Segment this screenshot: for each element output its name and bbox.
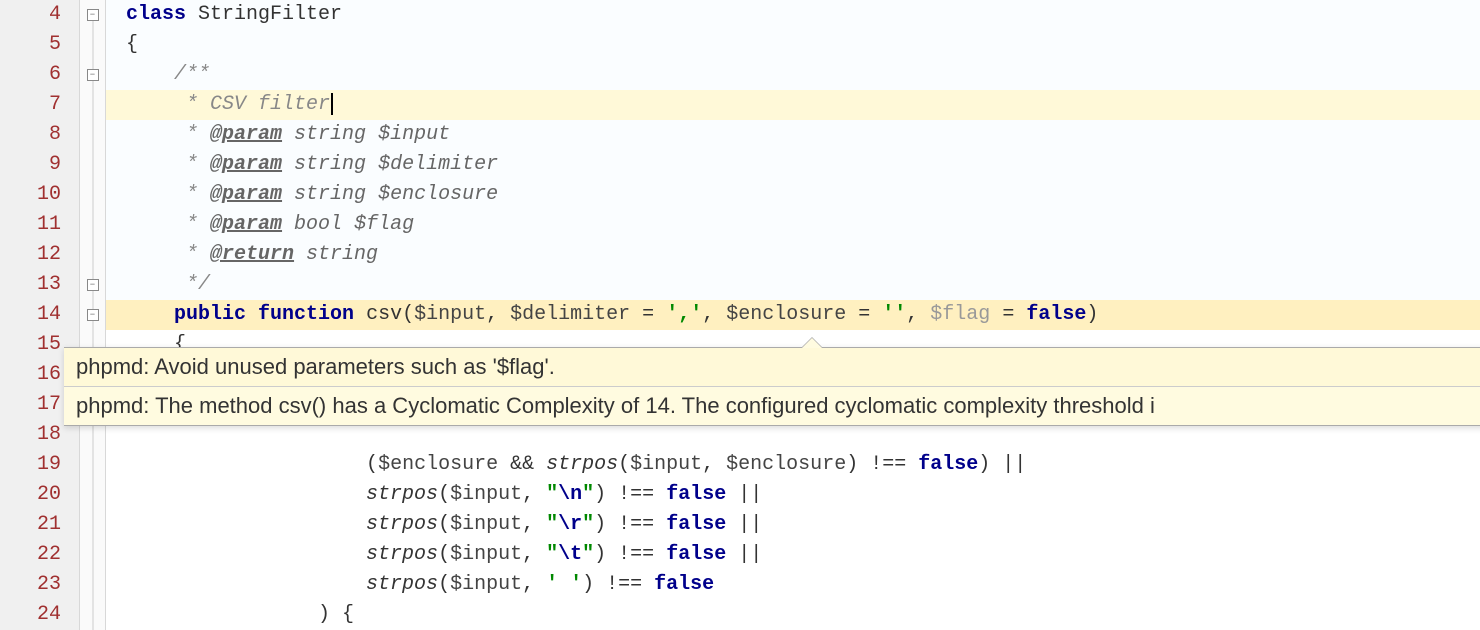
doc-tag-param: @param: [210, 153, 282, 176]
code-line[interactable]: * @param string $delimiter: [106, 150, 1480, 180]
code-line[interactable]: * @param bool $flag: [106, 210, 1480, 240]
code-line[interactable]: strpos($input, "\t") !== false ||: [106, 540, 1480, 570]
fold-toggle-icon[interactable]: −: [87, 69, 99, 81]
doc-var: $delimiter: [378, 153, 498, 176]
line-number: 12: [0, 240, 79, 270]
code-line[interactable]: class StringFilter: [106, 0, 1480, 30]
code-line[interactable]: {: [106, 30, 1480, 60]
code-line[interactable]: * @return string: [106, 240, 1480, 270]
line-number: 24: [0, 600, 79, 630]
line-number: 4: [0, 0, 79, 30]
doc-close: */: [174, 273, 210, 296]
fn-strpos: strpos: [366, 573, 438, 596]
line-number: 19: [0, 450, 79, 480]
doc-var: $flag: [354, 213, 414, 236]
close-paren-brace: ) {: [318, 603, 354, 626]
line-number-gutter: 4 5 6 7 8 9 10 11 12 13 14 15 16 17 18 1…: [0, 0, 80, 630]
line-number: 22: [0, 540, 79, 570]
code-line[interactable]: strpos($input, "\n") !== false ||: [106, 480, 1480, 510]
inspection-message: phpmd: Avoid unused parameters such as '…: [64, 348, 1480, 387]
fold-end-icon[interactable]: −: [87, 279, 99, 291]
line-number: 9: [0, 150, 79, 180]
code-area[interactable]: class StringFilter { /** * CSV filter * …: [106, 0, 1480, 630]
doc-text: CSV filter: [210, 93, 330, 116]
class-name: StringFilter: [198, 3, 342, 26]
param: $enclosure: [726, 303, 846, 326]
line-number: 13: [0, 270, 79, 300]
code-line[interactable]: * @param string $input: [106, 120, 1480, 150]
param: $delimiter: [510, 303, 630, 326]
fn-strpos: strpos: [366, 513, 438, 536]
fn-strpos: strpos: [366, 483, 438, 506]
line-number: 21: [0, 510, 79, 540]
fold-gutter: − − − −: [80, 0, 106, 630]
code-line[interactable]: */: [106, 270, 1480, 300]
line-number: 11: [0, 210, 79, 240]
line-number: 23: [0, 570, 79, 600]
code-line[interactable]: * @param string $enclosure: [106, 180, 1480, 210]
code-editor[interactable]: 4 5 6 7 8 9 10 11 12 13 14 15 16 17 18 1…: [0, 0, 1480, 630]
code-line[interactable]: public function csv($input, $delimiter =…: [106, 300, 1480, 330]
line-number: 8: [0, 120, 79, 150]
text-caret: [331, 93, 333, 115]
inspection-tooltip: phpmd: Avoid unused parameters such as '…: [64, 347, 1480, 426]
line-number: 5: [0, 30, 79, 60]
code-line[interactable]: strpos($input, "\r") !== false ||: [106, 510, 1480, 540]
code-line[interactable]: ($enclosure && strpos($input, $enclosure…: [106, 450, 1480, 480]
brace: {: [126, 33, 138, 56]
keyword-false: false: [1026, 303, 1086, 326]
line-number: 6: [0, 60, 79, 90]
keyword-function: function: [258, 303, 354, 326]
keyword-public: public: [174, 303, 246, 326]
code-line[interactable]: strpos($input, ' ') !== false: [106, 570, 1480, 600]
doc-open: /**: [174, 63, 210, 86]
line-number: 14: [0, 300, 79, 330]
doc-tag-param: @param: [210, 123, 282, 146]
inspection-message: phpmd: The method csv() has a Cyclomatic…: [64, 387, 1480, 425]
doc-tag-return: @return: [210, 243, 294, 266]
code-line[interactable]: ) {: [106, 600, 1480, 630]
code-line[interactable]: /**: [106, 60, 1480, 90]
doc-tag-param: @param: [210, 183, 282, 206]
param: $input: [414, 303, 486, 326]
fn-strpos: strpos: [366, 543, 438, 566]
function-name: csv: [366, 303, 402, 326]
doc-var: $enclosure: [378, 183, 498, 206]
param: $flag: [930, 303, 990, 326]
fold-toggle-icon[interactable]: −: [87, 9, 99, 21]
line-number: 7: [0, 90, 79, 120]
doc-var: $input: [378, 123, 450, 146]
fold-toggle-icon[interactable]: −: [87, 309, 99, 321]
doc-tag-param: @param: [210, 213, 282, 236]
fn-strpos: strpos: [546, 453, 618, 476]
keyword-class: class: [126, 3, 186, 26]
line-number: 20: [0, 480, 79, 510]
code-line[interactable]: * CSV filter: [106, 90, 1480, 120]
line-number: 10: [0, 180, 79, 210]
